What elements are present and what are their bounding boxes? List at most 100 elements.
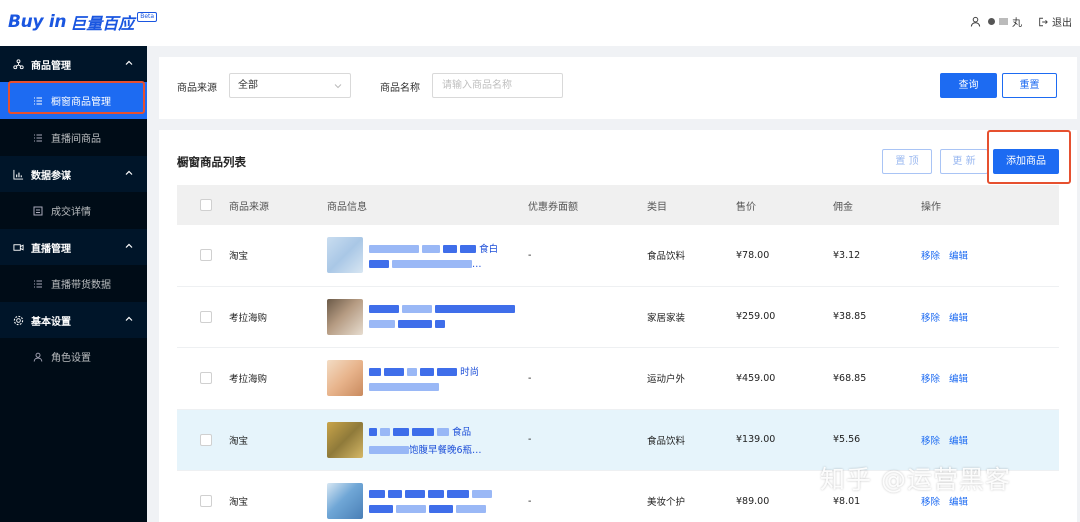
product-title[interactable]: 食品 [369, 424, 519, 438]
nav-group-live[interactable]: 直播管理 [0, 229, 147, 265]
add-product-button[interactable]: 添加商品 [993, 149, 1059, 174]
row-actions: 移除 编辑 [921, 225, 977, 286]
row-coupon: - [528, 434, 532, 446]
nav-group-data[interactable]: 数据参谋 [0, 156, 147, 192]
product-title[interactable] [369, 304, 519, 315]
remove-link[interactable]: 移除 [921, 248, 940, 262]
sidebar-item-deal-details[interactable]: 成交详情 [0, 192, 147, 229]
reset-button[interactable]: 重置 [1002, 73, 1057, 98]
nav-group-label: 基本设置 [31, 316, 71, 328]
row-category: 美妆个护 [647, 497, 686, 509]
watermark: 知乎 @运营黑客 [820, 465, 1011, 494]
table-row[interactable]: 考拉海购 家居家装 ¥259.00 ¥38.85 移除 编辑 [177, 286, 1059, 348]
product-thumbnail[interactable] [327, 483, 363, 520]
user-icon [970, 16, 981, 27]
edit-link[interactable]: 编辑 [949, 310, 968, 324]
col-coupon: 优惠券面额 [528, 201, 578, 213]
sidebar-item-role-settings[interactable]: 角色设置 [0, 338, 147, 375]
row-price: ¥78.00 [736, 249, 770, 261]
user-area: 丸 退出 [970, 14, 1072, 29]
nav-group-product[interactable]: 商品管理 [0, 46, 147, 82]
product-name-input[interactable] [432, 73, 563, 98]
filter-panel: 商品来源 全部 商品名称 查询 重置 [159, 57, 1077, 119]
product-info[interactable] [327, 287, 519, 348]
edit-link[interactable]: 编辑 [949, 248, 968, 262]
row-price: ¥139.00 [736, 434, 776, 446]
row-source: 考拉海购 [229, 374, 268, 386]
product-info[interactable] [327, 471, 519, 522]
user-name-blur [999, 18, 1008, 25]
query-button[interactable]: 查询 [940, 73, 997, 98]
row-checkbox[interactable] [200, 471, 212, 522]
col-category: 类目 [647, 201, 667, 213]
sidebar-item-live-products[interactable]: 直播间商品 [0, 119, 147, 156]
row-checkbox[interactable] [200, 348, 212, 409]
nav-group-settings[interactable]: 基本设置 [0, 302, 147, 338]
app-logo[interactable]: Buy in 巨量百应 Beta [8, 10, 158, 34]
product-name-label: 商品名称 [380, 83, 420, 94]
document-icon [33, 206, 43, 215]
nav-group-label: 商品管理 [31, 60, 71, 72]
sidebar-item-window-products[interactable]: 橱窗商品管理 [0, 82, 147, 119]
remove-link[interactable]: 移除 [921, 310, 940, 324]
product-title[interactable]: 时尚 [369, 364, 519, 378]
row-price: ¥259.00 [736, 311, 776, 323]
product-thumbnail[interactable] [327, 360, 363, 397]
chevron-up-icon [125, 316, 133, 321]
user-icon [33, 352, 43, 362]
list-icon [34, 97, 42, 104]
product-title[interactable] [369, 488, 519, 499]
product-subtitle [369, 503, 519, 514]
row-commission: ¥68.85 [833, 372, 867, 384]
chevron-up-icon [125, 170, 133, 175]
edit-link[interactable]: 编辑 [949, 433, 968, 447]
col-price: 售价 [736, 201, 756, 213]
sidebar-item-label: 橱窗商品管理 [51, 97, 111, 108]
remove-link[interactable]: 移除 [921, 494, 940, 508]
remove-link[interactable]: 移除 [921, 433, 940, 447]
product-title[interactable]: 食白 [369, 241, 519, 255]
row-checkbox[interactable] [200, 225, 212, 286]
product-info[interactable]: 食白 … [327, 225, 519, 286]
product-thumbnail[interactable] [327, 298, 363, 335]
user-name[interactable]: 丸 [1012, 14, 1022, 29]
edit-link[interactable]: 编辑 [949, 371, 968, 385]
table-row[interactable]: 考拉海购 时尚 - 运动户外 ¥459.00 ¥68.85 移除 编辑 [177, 348, 1059, 410]
table-row[interactable]: 淘宝 食白 … - 食品饮料 ¥78.00 ¥3.12 移除 编辑 [177, 225, 1059, 287]
row-price: ¥459.00 [736, 372, 776, 384]
select-all-checkbox[interactable] [200, 185, 212, 225]
row-commission: ¥3.12 [833, 249, 861, 261]
logout-icon[interactable] [1038, 17, 1048, 27]
col-product-info: 商品信息 [327, 201, 367, 213]
settings-icon [13, 315, 24, 325]
row-source: 淘宝 [229, 497, 249, 509]
row-category: 食品饮料 [647, 251, 686, 263]
nav-group-label: 直播管理 [31, 243, 71, 255]
product-thumbnail[interactable] [327, 237, 363, 274]
logo-text-cn: 巨量百应 [70, 14, 135, 33]
product-thumbnail[interactable] [327, 421, 363, 458]
sidebar: 商品管理 橱窗商品管理 直播间商品 数据参谋 成交详情 直播管理 直播带货数据 … [0, 46, 147, 522]
logo-text-en: Buy in [8, 12, 67, 32]
product-info[interactable]: 食品 饱腹早餐晚6瓶… [327, 410, 519, 471]
source-select[interactable]: 全部 [229, 73, 351, 98]
chevron-down-icon [334, 84, 342, 89]
sidebar-item-live-sales-data[interactable]: 直播带货数据 [0, 265, 147, 302]
row-coupon: - [528, 495, 532, 507]
row-checkbox[interactable] [200, 287, 212, 348]
source-select-value: 全部 [238, 80, 258, 91]
remove-link[interactable]: 移除 [921, 371, 940, 385]
product-subtitle: 饱腹早餐晚6瓶… [369, 442, 519, 456]
logout-link[interactable]: 退出 [1052, 14, 1072, 29]
row-category: 家居家装 [647, 312, 686, 324]
user-avatar-blur [988, 18, 995, 25]
edit-link[interactable]: 编辑 [949, 494, 968, 508]
row-source: 考拉海购 [229, 312, 268, 324]
table-header: 商品来源 商品信息 优惠券面额 类目 售价 佣金 操作 [177, 185, 1059, 225]
pin-button[interactable]: 置 顶 [882, 149, 932, 174]
update-button[interactable]: 更 新 [940, 149, 988, 174]
row-actions: 移除 编辑 [921, 287, 977, 348]
col-actions: 操作 [921, 201, 941, 213]
row-checkbox[interactable] [200, 410, 212, 471]
product-info[interactable]: 时尚 [327, 348, 519, 409]
